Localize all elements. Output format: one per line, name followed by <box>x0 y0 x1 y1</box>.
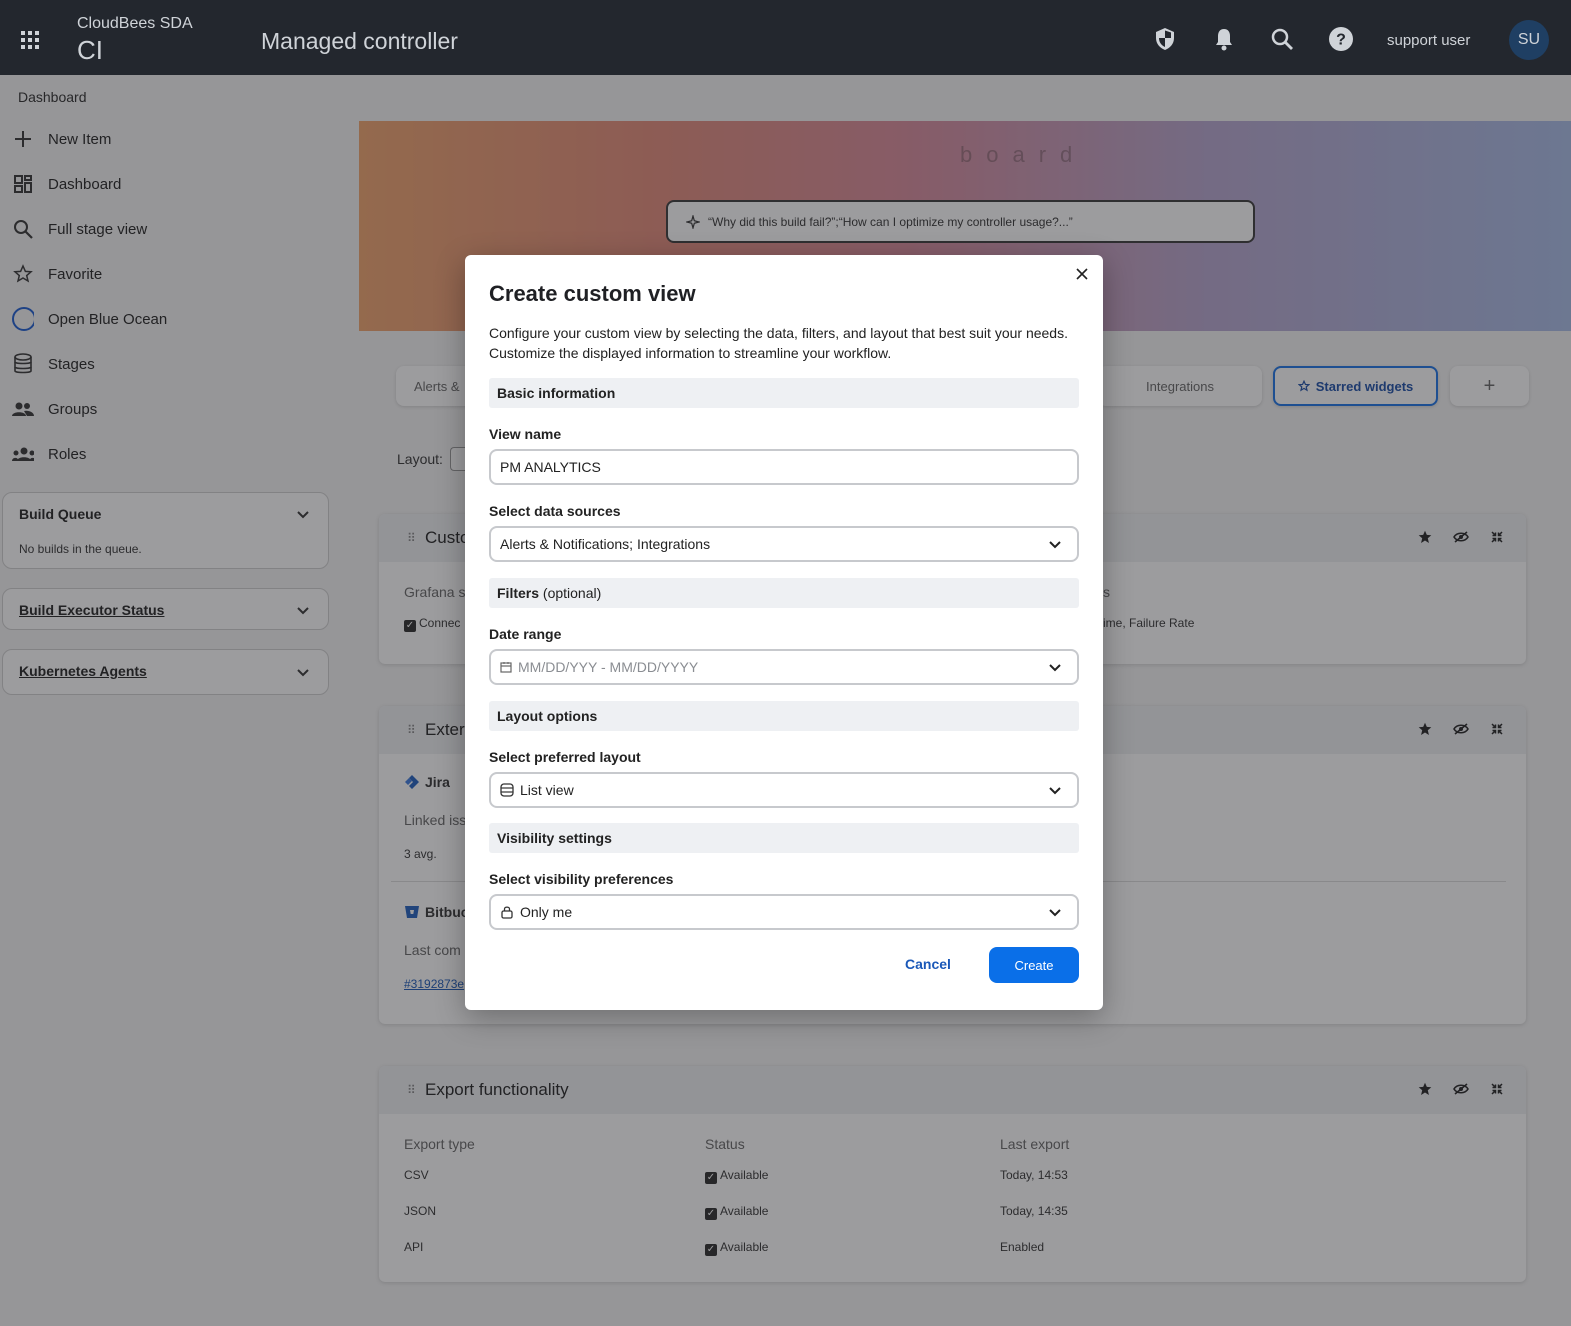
create-button[interactable]: Create <box>989 947 1079 983</box>
visibility-value: Only me <box>520 904 573 920</box>
chevron-down-icon <box>1047 782 1063 798</box>
view-name-field[interactable]: PM ANALYTICS <box>489 449 1079 485</box>
section-filters-title: Filters <box>497 585 540 601</box>
cancel-button[interactable]: Cancel <box>905 956 951 972</box>
bell-icon[interactable] <box>1211 26 1237 52</box>
layout-select[interactable]: List view <box>489 772 1079 808</box>
dialog-description: Configure your custom view by selecting … <box>489 325 1068 361</box>
create-custom-view-dialog: Create custom view Configure your custom… <box>465 255 1103 1010</box>
section-filters-optional: (optional) <box>542 585 602 601</box>
help-icon[interactable]: ? <box>1328 26 1354 52</box>
dialog-title: Create custom view <box>489 281 696 306</box>
svg-text:?: ? <box>1336 32 1346 49</box>
list-view-icon <box>500 783 514 797</box>
user-name[interactable]: support user <box>1387 32 1470 49</box>
view-name-label: View name <box>489 426 562 442</box>
top-bar: CloudBees SDA CI Managed controller ? su… <box>0 0 1571 75</box>
chevron-down-icon <box>1047 659 1063 675</box>
brand-product: CI <box>77 35 103 65</box>
section-layout-options: Layout options <box>489 701 1079 731</box>
brand-name: CloudBees SDA <box>77 15 193 32</box>
date-range-field[interactable]: MM/DD/YYY - MM/DD/YYYY <box>489 649 1079 685</box>
data-sources-label: Select data sources <box>489 503 621 519</box>
date-range-label: Date range <box>489 626 562 642</box>
lock-icon <box>501 906 513 919</box>
shield-icon[interactable] <box>1152 26 1178 52</box>
view-name-value: PM ANALYTICS <box>500 459 601 475</box>
apps-grid-icon[interactable] <box>21 31 39 49</box>
close-icon[interactable] <box>1071 263 1093 285</box>
layout-value: List view <box>520 782 574 798</box>
visibility-select[interactable]: Only me <box>489 894 1079 930</box>
chevron-down-icon <box>1047 904 1063 920</box>
calendar-icon <box>500 662 512 673</box>
avatar[interactable]: SU <box>1509 20 1549 60</box>
section-filters: Filters (optional) <box>489 578 1079 608</box>
layout-select-label: Select preferred layout <box>489 749 641 765</box>
section-basic-information: Basic information <box>489 378 1079 408</box>
data-sources-value: Alerts & Notifications; Integrations <box>500 536 711 552</box>
app-title: Managed controller <box>261 28 458 54</box>
date-range-placeholder: MM/DD/YYY - MM/DD/YYYY <box>518 659 699 675</box>
visibility-select-label: Select visibility preferences <box>489 871 674 887</box>
search-icon[interactable] <box>1269 26 1295 52</box>
data-sources-select[interactable]: Alerts & Notifications; Integrations <box>489 526 1079 562</box>
chevron-down-icon <box>1047 536 1063 552</box>
section-visibility-settings: Visibility settings <box>489 823 1079 853</box>
